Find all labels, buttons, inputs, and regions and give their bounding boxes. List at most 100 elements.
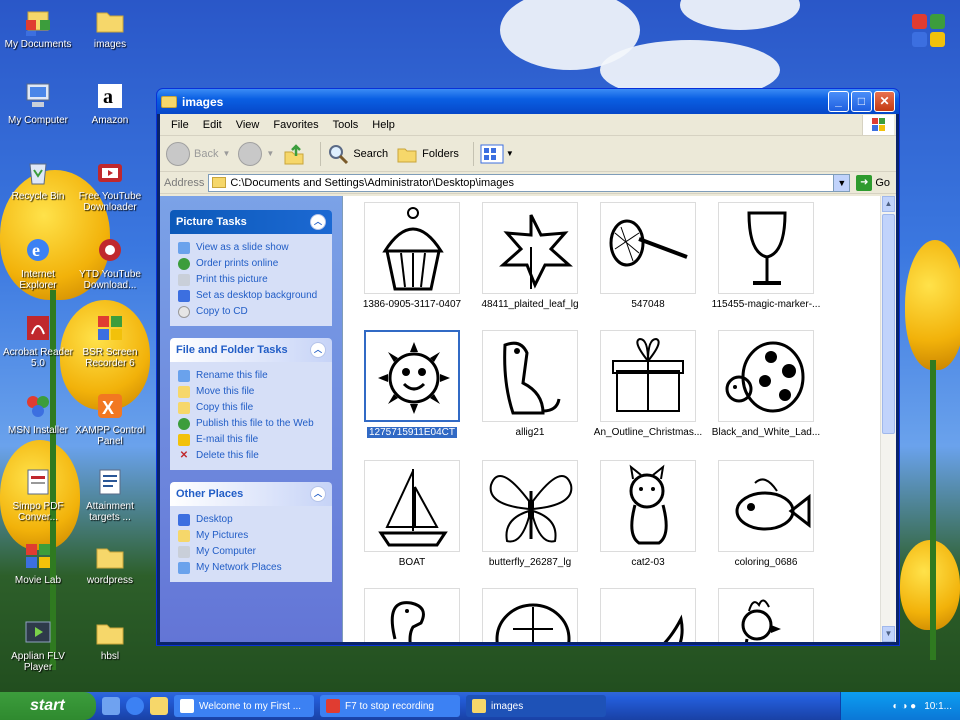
place-my-computer[interactable]: My Computer [178,544,324,560]
back-button[interactable]: Back ▼ [166,141,230,166]
globe-icon [178,258,190,270]
vertical-scrollbar[interactable]: ▲ ▼ [880,196,896,642]
place-my-network-places[interactable]: My Network Places [178,560,324,576]
task-copy-file[interactable]: Copy this file [178,400,324,416]
file-thumbnail[interactable]: 48411_plaited_leaf_lg [471,202,589,310]
address-dropdown-button[interactable]: ▼ [833,174,850,191]
title-bar[interactable]: images _ □ ✕ [157,89,899,114]
menu-edit[interactable]: Edit [196,117,229,133]
internet-explorer-icon: e [22,234,54,266]
start-button[interactable]: start [0,692,96,720]
explorer-window[interactable]: images _ □ ✕ File Edit View Favorites To… [156,88,900,646]
file-folder-tasks-header[interactable]: File and Folder Tasks ︿ [170,338,332,362]
other-places-header[interactable]: Other Places ︿ [170,482,332,506]
scroll-up-button[interactable]: ▲ [882,196,895,212]
desktop-icon-msn-installer[interactable]: MSN Installer [2,390,74,436]
collapse-chevron-icon[interactable]: ︿ [310,342,326,358]
scroll-down-button[interactable]: ▼ [882,626,895,642]
task-delete-file[interactable]: ✕ Delete this file [178,448,324,464]
svg-text:X: X [102,398,114,418]
file-thumbnail[interactable]: An_Outline_Christmas... [589,330,707,438]
file-thumbnail[interactable]: BOAT [353,460,471,568]
desktop-icon-movie-lab[interactable]: Movie Lab [2,540,74,586]
desktop-icon-simpo-pdf[interactable]: Simpo PDF Conver... [2,466,74,523]
task-publish-web[interactable]: Publish this file to the Web [178,416,324,432]
desktop-icon-my-computer[interactable]: My Computer [2,80,74,126]
maximize-button[interactable]: □ [851,91,872,112]
collapse-chevron-icon[interactable]: ︿ [310,214,326,230]
msn-icon [22,390,54,422]
taskbar-item-recording[interactable]: F7 to stop recording [320,695,460,717]
quicklaunch-show-desktop-icon[interactable] [102,697,120,715]
desktop-icon-attainment-targets[interactable]: Attainment targets ... [74,466,146,523]
file-thumbnail[interactable]: 1386-0905-3117-0407 [353,202,471,310]
taskbar-item-welcome[interactable]: Welcome to my First ... [174,695,314,717]
task-view-slide-show[interactable]: View as a slide show [178,240,324,256]
desktop-icon-applian-flv-player[interactable]: Applian FLV Player [2,616,74,673]
menu-view[interactable]: View [229,117,267,133]
go-button[interactable]: ➜ Go [856,174,890,191]
printer-icon [178,274,190,286]
file-thumbnail[interactable]: 115455-magic-marker-... [707,202,825,310]
scroll-thumb[interactable] [882,214,895,434]
folders-icon [397,148,417,162]
task-copy-to-cd[interactable]: Copy to CD [178,304,324,320]
file-thumbnail-selected[interactable]: 1275715911E04CT [353,330,471,438]
file-thumbnail[interactable] [707,588,825,642]
menu-file[interactable]: File [164,117,196,133]
place-my-pictures[interactable]: My Pictures [178,528,324,544]
task-order-prints[interactable]: Order prints online [178,256,324,272]
rooster-thumbnail-icon [718,588,814,642]
file-list-view[interactable]: 1386-0905-3117-0407 48411_plaited_leaf_l… [342,196,896,642]
desktop-icon-acrobat-reader[interactable]: Acrobat Reader 5.0 [2,312,74,369]
task-print-picture[interactable]: Print this picture [178,272,324,288]
task-email-file[interactable]: E-mail this file [178,432,324,448]
task-set-desktop-background[interactable]: Set as desktop background [178,288,324,304]
views-button[interactable]: ▼ [480,144,514,164]
desktop-icon-amazon[interactable]: a Amazon [74,80,146,126]
menu-help[interactable]: Help [365,117,402,133]
desktop-icon-free-youtube-downloader[interactable]: Free YouTube Downloader [74,156,146,213]
folders-button[interactable]: Folders [396,143,459,165]
place-desktop[interactable]: Desktop [178,512,324,528]
banana-thumbnail-icon [600,588,696,642]
forward-button[interactable]: ▼ [238,141,274,166]
folder-icon [94,540,126,572]
menu-favorites[interactable]: Favorites [266,117,325,133]
desktop-icon-bsr-screen-recorder[interactable]: BSR Screen Recorder 6 [74,312,146,369]
address-field[interactable]: C:\Documents and Settings\Administrator\… [208,173,851,192]
taskbar-item-images[interactable]: images [466,695,606,717]
desktop-icon-internet-explorer[interactable]: e Internet Explorer [2,234,74,291]
task-rename-file[interactable]: Rename this file [178,368,324,384]
forward-arrow-icon [238,141,263,166]
file-thumbnail[interactable]: Black_and_White_Lad... [707,330,825,438]
task-move-file[interactable]: Move this file [178,384,324,400]
close-button[interactable]: ✕ [874,91,895,112]
picture-tasks-header[interactable]: Picture Tasks ︿ [170,210,332,234]
desktop-icon-xampp[interactable]: X XAMPP Control Panel [74,390,146,447]
desktop-icon-hbsl[interactable]: hbsl [74,616,146,662]
file-thumbnail[interactable] [589,588,707,642]
tray-icons[interactable]: ◐ ◑ ● [893,701,917,712]
file-thumbnail[interactable] [471,588,589,642]
desktop-icon [178,514,190,526]
collapse-chevron-icon[interactable]: ︿ [310,486,326,502]
desktop-icon-my-documents[interactable]: My Documents [2,4,74,50]
quicklaunch-ie-icon[interactable] [126,697,144,715]
file-thumbnail[interactable]: butterfly_26287_lg [471,460,589,568]
search-button[interactable]: Search [327,143,388,165]
file-thumbnail[interactable]: cat2-03 [589,460,707,568]
file-thumbnail[interactable]: 547048 [589,202,707,310]
desktop-icon-ytd-youtube-downloader[interactable]: YTD YouTube Download... [74,234,146,291]
file-thumbnail[interactable]: allig21 [471,330,589,438]
up-folder-button[interactable] [282,142,306,166]
menu-tools[interactable]: Tools [326,117,366,133]
file-thumbnail[interactable]: coloring_0686 [707,460,825,568]
file-thumbnail[interactable] [353,588,471,642]
desktop-icon-images[interactable]: images [74,4,146,50]
desktop-icon-recycle-bin[interactable]: Recycle Bin [2,156,74,202]
desktop-icon-wordpress[interactable]: wordpress [74,540,146,586]
address-path: C:\Documents and Settings\Administrator\… [230,176,515,189]
minimize-button[interactable]: _ [828,91,849,112]
quicklaunch-media-icon[interactable] [150,697,168,715]
